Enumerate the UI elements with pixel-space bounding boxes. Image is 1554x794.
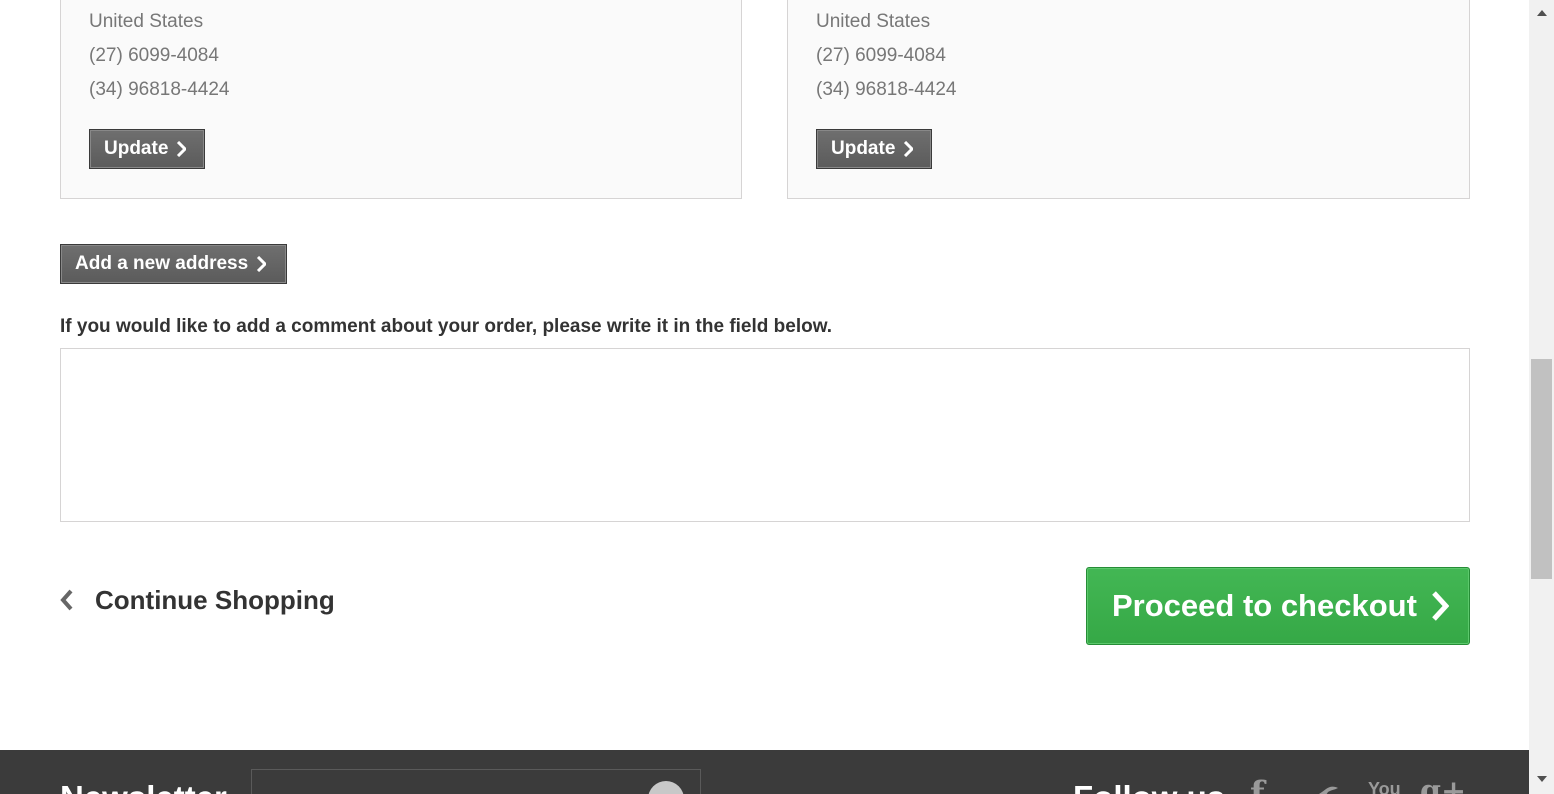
address-card-delivery: United States (27) 6099-4084 (34) 96818-… bbox=[60, 0, 742, 199]
update-button-label: Update bbox=[831, 138, 896, 159]
chevron-left-icon bbox=[60, 589, 73, 611]
add-address-label: Add a new address bbox=[75, 253, 249, 274]
scroll-up-arrow-icon[interactable] bbox=[1537, 10, 1547, 16]
address-country: United States bbox=[816, 11, 931, 32]
address-mobile: (34) 96818-4424 bbox=[816, 79, 957, 100]
chevron-right-icon bbox=[177, 141, 187, 157]
order-address-page: United States (27) 6099-4084 (34) 96818-… bbox=[0, 0, 1529, 794]
chevron-right-icon bbox=[257, 256, 267, 272]
chevron-right-icon bbox=[904, 141, 914, 157]
youtube-icon[interactable]: You bbox=[1368, 779, 1401, 794]
add-new-address-button[interactable]: Add a new address bbox=[60, 244, 287, 284]
address-mobile: (34) 96818-4424 bbox=[89, 79, 230, 100]
google-plus-icon[interactable]: g+ bbox=[1420, 774, 1466, 794]
scrollbar-thumb[interactable] bbox=[1531, 359, 1552, 579]
site-footer: Newsletter Follow us f You g+ bbox=[0, 750, 1529, 794]
follow-us-title: Follow us bbox=[1073, 780, 1225, 794]
twitter-icon[interactable] bbox=[1300, 786, 1340, 794]
address-card-invoice: United States (27) 6099-4084 (34) 96818-… bbox=[787, 0, 1470, 199]
address-country: United States bbox=[89, 11, 204, 32]
continue-shopping-link[interactable]: Continue Shopping bbox=[60, 582, 335, 618]
continue-shopping-label: Continue Shopping bbox=[95, 584, 335, 615]
vertical-scrollbar[interactable] bbox=[1529, 0, 1554, 794]
address-phone: (27) 6099-4084 bbox=[89, 45, 219, 66]
update-address-button[interactable]: Update bbox=[816, 129, 932, 169]
comment-label: If you would like to add a comment about… bbox=[60, 316, 833, 337]
newsletter-email-input[interactable] bbox=[251, 769, 701, 794]
chevron-right-icon bbox=[1432, 591, 1449, 621]
facebook-icon[interactable]: f bbox=[1250, 774, 1265, 794]
checkout-button-label: Proceed to checkout bbox=[1112, 588, 1417, 623]
address-phone: (27) 6099-4084 bbox=[816, 45, 946, 66]
proceed-to-checkout-button[interactable]: Proceed to checkout bbox=[1086, 567, 1470, 645]
update-button-label: Update bbox=[104, 138, 169, 159]
order-comment-field[interactable] bbox=[60, 348, 1470, 522]
newsletter-title: Newsletter bbox=[60, 780, 227, 794]
update-address-button[interactable]: Update bbox=[89, 129, 205, 169]
scroll-down-arrow-icon[interactable] bbox=[1537, 776, 1547, 782]
